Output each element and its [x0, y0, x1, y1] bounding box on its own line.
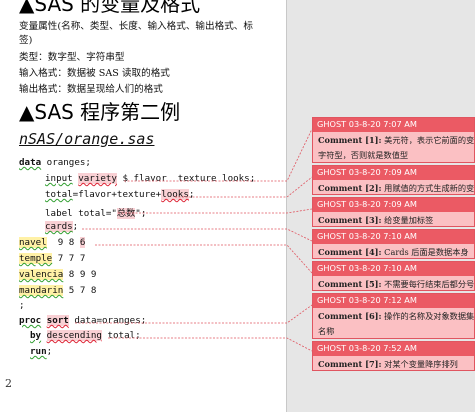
comment-2-body: Comment [2]: 用赋值的方式生成新的变量: [318, 183, 475, 193]
comment-3-body: Comment [3]: 给变量加标签: [318, 215, 434, 225]
connector-5: [95, 244, 313, 274]
connector-2: [175, 176, 313, 198]
comment-7-body: Comment [7]: 对某个变量降序排列: [318, 359, 458, 369]
connector-7: [108, 337, 313, 352]
comment-2[interactable]: GHOST 03-8-20 7:09 AM Comment [2]: 用赋值的方…: [312, 165, 475, 195]
comment-3[interactable]: GHOST 03-8-20 7:09 AM Comment [3]: 给变量加标…: [312, 197, 475, 227]
comment-1-header: GHOST 03-8-20 7:07 AM: [313, 118, 474, 132]
comment-1[interactable]: GHOST 03-8-20 7:07 AM Comment [1]: 美元符，表…: [312, 117, 475, 163]
connector-3: [118, 208, 313, 214]
comment-6[interactable]: GHOST 03-8-20 7:12 AM Comment [6]: 操作的名称…: [312, 293, 475, 339]
comment-5[interactable]: GHOST 03-8-20 7:10 AM Comment [5]: 不需要每行…: [312, 261, 475, 291]
connector-6: [75, 304, 313, 324]
comment-1-body: Comment [1]: 美元符，表示它前面的变量 字符型，否则就是数值型: [318, 135, 475, 160]
comment-4[interactable]: GHOST 03-8-20 7:10 AM Comment [4]: Cards…: [312, 229, 475, 259]
comment-5-header: GHOST 03-8-20 7:10 AM: [313, 262, 474, 276]
connector-1: [124, 128, 313, 182]
comment-2-header: GHOST 03-8-20 7:09 AM: [313, 166, 474, 180]
comment-6-body: Comment [6]: 操作的名称及对象数据集的 名称: [318, 311, 475, 336]
comment-3-header: GHOST 03-8-20 7:09 AM: [313, 198, 474, 212]
comment-4-header: GHOST 03-8-20 7:10 AM: [313, 230, 474, 244]
comment-6-header: GHOST 03-8-20 7:12 AM: [313, 294, 474, 308]
comment-7-header: GHOST 03-8-20 7:52 AM: [313, 342, 474, 356]
connector-4: [82, 228, 313, 242]
comment-4-body: Comment [4]: Cards 后面是数据本身: [318, 247, 469, 257]
comment-7[interactable]: GHOST 03-8-20 7:52 AM Comment [7]: 对某个变量…: [312, 341, 475, 371]
comment-5-body: Comment [5]: 不需要每行结束后都分号: [318, 279, 475, 289]
